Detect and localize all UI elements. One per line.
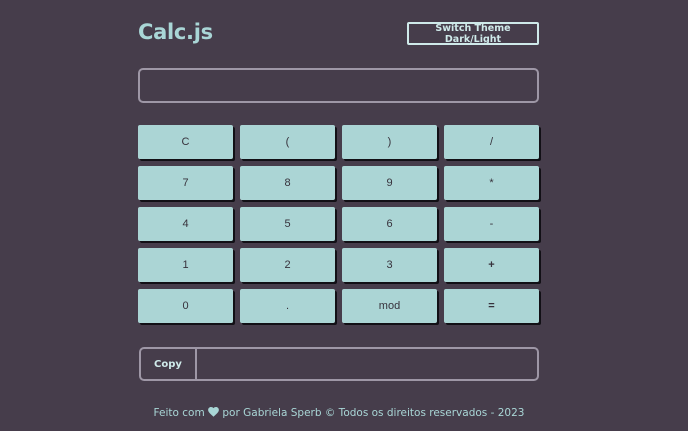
digit-9-button[interactable]: 9	[342, 166, 437, 200]
equals-button[interactable]: =	[444, 289, 539, 323]
copy-bar: Copy	[139, 347, 539, 381]
digit-2-button[interactable]: 2	[240, 248, 335, 282]
subtract-button[interactable]: -	[444, 207, 539, 241]
digit-5-button[interactable]: 5	[240, 207, 335, 241]
digit-4-button[interactable]: 4	[138, 207, 233, 241]
divide-button[interactable]: /	[444, 125, 539, 159]
modulo-button[interactable]: mod	[342, 289, 437, 323]
digit-3-button[interactable]: 3	[342, 248, 437, 282]
footer-prefix: Feito com	[153, 407, 205, 419]
multiply-button[interactable]: *	[444, 166, 539, 200]
digit-8-button[interactable]: 8	[240, 166, 335, 200]
decimal-point-button[interactable]: .	[240, 289, 335, 323]
digit-1-button[interactable]: 1	[138, 248, 233, 282]
digit-6-button[interactable]: 6	[342, 207, 437, 241]
copy-output-field[interactable]	[197, 349, 537, 379]
digit-7-button[interactable]: 7	[138, 166, 233, 200]
keypad: C ( ) / 7 8 9 * 4 5 6 - 1 2 3 + 0 . mod …	[138, 125, 540, 323]
add-button[interactable]: +	[444, 248, 539, 282]
digit-0-button[interactable]: 0	[138, 289, 233, 323]
app-title: Calc.js	[138, 20, 213, 44]
heart-icon	[208, 407, 219, 420]
footer-credits: por Gabriela Sperb © Todos os direitos r…	[222, 407, 525, 419]
clear-button[interactable]: C	[138, 125, 233, 159]
open-paren-button[interactable]: (	[240, 125, 335, 159]
close-paren-button[interactable]: )	[342, 125, 437, 159]
switch-theme-button[interactable]: Switch Theme Dark/Light	[407, 22, 539, 45]
calculator-display[interactable]	[138, 68, 539, 103]
footer: Feito com por Gabriela Sperb © Todos os …	[0, 407, 678, 420]
copy-button[interactable]: Copy	[141, 349, 197, 379]
